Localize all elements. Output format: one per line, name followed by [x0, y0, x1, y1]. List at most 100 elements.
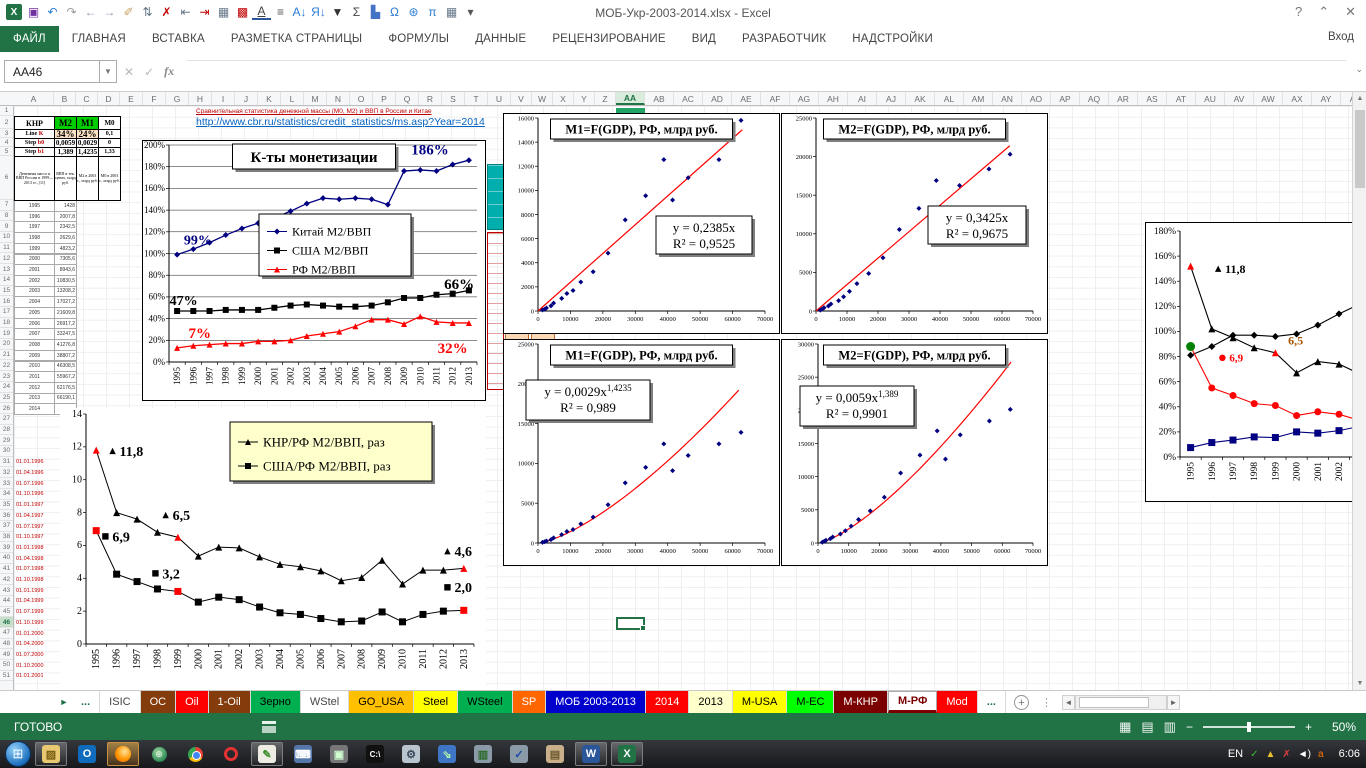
macro-record-icon[interactable] — [262, 721, 276, 733]
column-header-AP[interactable]: AP — [1051, 92, 1080, 105]
chart-m1-gdp-power[interactable]: 0500010000150002000025000010000200003000… — [503, 339, 780, 566]
chart-m2-gdp-power[interactable]: 0500010000150002000025000300000100002000… — [781, 339, 1048, 566]
normal-view-icon[interactable]: ▦ — [1119, 719, 1131, 735]
row-header-51[interactable]: 51 — [0, 671, 13, 682]
sheet-tab-go_usa[interactable]: GO_USA — [349, 691, 414, 713]
page-layout-view-icon[interactable]: ▤ — [1141, 719, 1153, 735]
column-header-AO[interactable]: AO — [1022, 92, 1051, 105]
row-header-30[interactable]: 30 — [0, 446, 13, 457]
sheet-tab-isic[interactable]: ISIC — [100, 691, 140, 713]
word-icon[interactable]: W — [575, 742, 607, 766]
name-box-dropdown-icon[interactable]: ▼ — [100, 60, 117, 83]
row-header-28[interactable]: 28 — [0, 425, 13, 436]
sheet-tab-2014[interactable]: 2014 — [646, 691, 689, 713]
column-header-Z[interactable]: Z — [595, 92, 616, 105]
autosum-icon[interactable]: Σ — [347, 2, 366, 22]
row-header-16[interactable]: 16 — [0, 296, 13, 307]
web-globe-icon[interactable]: ⊕ — [143, 742, 175, 766]
ribbon-tab-вставка[interactable]: ВСТАВКА — [139, 26, 218, 52]
column-header-AU[interactable]: AU — [1196, 92, 1225, 105]
column-header-AT[interactable]: AT — [1167, 92, 1196, 105]
monitor-chart-icon[interactable]: ▥ — [467, 742, 499, 766]
delete-cells-icon[interactable]: ✗ — [157, 2, 176, 22]
keyboard-icon[interactable]: ⌨ — [287, 742, 319, 766]
row-header-35[interactable]: 35 — [0, 500, 13, 511]
row-header-27[interactable]: 27 — [0, 414, 13, 425]
language-indicator[interactable]: EN — [1228, 748, 1243, 760]
row-header-17[interactable]: 17 — [0, 307, 13, 318]
row-header-21[interactable]: 21 — [0, 350, 13, 361]
zoom-slider-thumb[interactable] — [1247, 722, 1251, 732]
sheet-tab-2013[interactable]: 2013 — [689, 691, 732, 713]
filter-icon[interactable]: ▼ — [328, 2, 347, 22]
row-header-15[interactable]: 15 — [0, 286, 13, 297]
row-header-25[interactable]: 25 — [0, 393, 13, 404]
enter-icon[interactable]: ✓ — [144, 65, 154, 79]
column-header-F[interactable]: F — [143, 92, 166, 105]
sheet-tab-ос[interactable]: ОС — [141, 691, 177, 713]
row-header-37[interactable]: 37 — [0, 521, 13, 532]
row-header-2[interactable]: 2 — [0, 116, 13, 129]
sheet-tab-м-кнр[interactable]: М-КНР — [834, 691, 888, 713]
column-header-AJ[interactable]: AJ — [877, 92, 906, 105]
column-header-AA[interactable]: AA — [616, 92, 645, 105]
row-header-47[interactable]: 47 — [0, 628, 13, 639]
scroll-up-icon[interactable]: ▲ — [1354, 92, 1366, 105]
row-header-1[interactable]: 1 — [0, 106, 13, 116]
column-header-AX[interactable]: AX — [1283, 92, 1312, 105]
row-header-5[interactable]: 5 — [0, 147, 13, 156]
sheet-tab--[interactable]: ... — [978, 691, 1006, 713]
vertical-scroll-thumb[interactable] — [1355, 110, 1365, 188]
column-header-AK[interactable]: AK — [906, 92, 935, 105]
hyperlink-icon[interactable]: ⊛ — [404, 2, 423, 22]
column-header-V[interactable]: V — [511, 92, 532, 105]
undo-icon[interactable]: ↶ — [43, 2, 62, 22]
cbr-hyperlink[interactable]: http://www.cbr.ru/statistics/credit_stat… — [196, 116, 485, 128]
ribbon-tab-файл[interactable]: ФАЙЛ — [0, 26, 59, 52]
ribbon-tab-рецензирование[interactable]: РЕЦЕНЗИРОВАНИЕ — [539, 26, 678, 52]
column-header-N[interactable]: N — [327, 92, 350, 105]
column-header-AN[interactable]: AN — [993, 92, 1022, 105]
server-robot-icon[interactable]: ▣ — [323, 742, 355, 766]
formula-input[interactable] — [186, 60, 1346, 83]
volume-icon[interactable]: ◄) — [1298, 749, 1311, 760]
network-warning-icon[interactable]: ▲ — [1265, 749, 1275, 760]
column-header-AV[interactable]: AV — [1225, 92, 1254, 105]
card-reader-icon[interactable]: ▤ — [539, 742, 571, 766]
outlook-icon[interactable]: O — [71, 742, 103, 766]
column-chart-icon[interactable]: ▙ — [366, 2, 385, 22]
insert-cells-icon[interactable]: ⇅ — [138, 2, 157, 22]
usb-safely-remove-icon[interactable]: ✓ — [1250, 749, 1258, 760]
opera-icon[interactable] — [215, 742, 247, 766]
zoom-level[interactable]: 50% — [1322, 720, 1356, 734]
row-header-31[interactable]: 31 — [0, 457, 13, 468]
excel-taskbar-icon[interactable]: X — [611, 742, 643, 766]
column-header-AG[interactable]: AG — [790, 92, 819, 105]
hscroll-thumb[interactable] — [1079, 697, 1149, 708]
hscroll-track[interactable] — [1075, 695, 1167, 710]
sign-in-link[interactable]: Вход — [1328, 31, 1354, 43]
row-header-11[interactable]: 11 — [0, 243, 13, 254]
ribbon-tab-вид[interactable]: ВИД — [679, 26, 729, 52]
column-header-W[interactable]: W — [532, 92, 553, 105]
row-header-4[interactable]: 4 — [0, 138, 13, 147]
row-header-26[interactable]: 26 — [0, 403, 13, 414]
column-header-AY[interactable]: AY — [1312, 92, 1341, 105]
ribbon-tab-надстройки[interactable]: НАДСТРОЙКИ — [839, 26, 946, 52]
column-header-Y[interactable]: Y — [574, 92, 595, 105]
sheet-nav-right-icon[interactable]: ► — [56, 691, 72, 713]
chart-m2-gdp-linear[interactable]: 0500010000150002000025000010000200003000… — [781, 113, 1048, 334]
ribbon-tab-главная[interactable]: ГЛАВНАЯ — [59, 26, 139, 52]
sheet-tab-зерно[interactable]: Зерно — [251, 691, 301, 713]
vertical-scrollbar[interactable]: ▲ ▼ — [1352, 92, 1366, 690]
zoom-in-icon[interactable]: + — [1305, 720, 1312, 734]
row-header-33[interactable]: 33 — [0, 478, 13, 489]
column-header-AI[interactable]: AI — [848, 92, 877, 105]
row-header-43[interactable]: 43 — [0, 585, 13, 596]
row-header-9[interactable]: 9 — [0, 221, 13, 232]
column-header-I[interactable]: I — [212, 92, 235, 105]
row-header-6[interactable]: 6 — [0, 156, 13, 200]
column-header-AD[interactable]: AD — [703, 92, 732, 105]
sheet-tab-sp[interactable]: SP — [513, 691, 547, 713]
row-header-42[interactable]: 42 — [0, 575, 13, 586]
